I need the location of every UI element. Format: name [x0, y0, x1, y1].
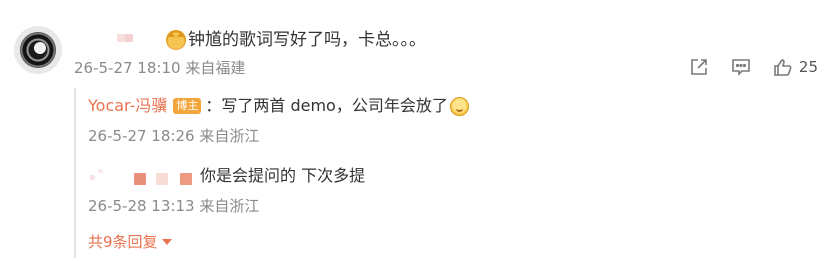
like-button[interactable]: 25	[773, 57, 818, 77]
reply-time: 26-5-27 18:26	[88, 127, 195, 145]
reply-text: 你是会提问的 下次多提	[200, 166, 366, 185]
like-count: 25	[798, 58, 818, 76]
comment-source: 来自福建	[185, 59, 246, 77]
cat-emoji-icon	[166, 30, 186, 50]
blogger-badge: 博主	[173, 98, 202, 114]
reply-author[interactable]: Yocar-冯骥	[88, 94, 167, 118]
share-icon	[689, 57, 709, 77]
more-replies-label: 共9条回复	[88, 233, 158, 251]
comment-text: 钟馗的歌词写好了吗，卡总。。。	[188, 30, 426, 50]
reply-source: 来自浙江	[199, 127, 260, 145]
reply-item: 你是会提问的 下次多提	[88, 164, 365, 188]
comment-meta: 26-5-27 18:10 来自福建	[74, 58, 245, 78]
comment-time: 26-5-27 18:10	[74, 59, 181, 77]
reply-source: 来自浙江	[199, 197, 260, 215]
smile-emoji-icon	[449, 96, 469, 116]
comment-author-censored[interactable]	[117, 34, 133, 44]
reply-meta: 26-5-28 13:13 来自浙江	[88, 196, 259, 216]
comment-actions: 25	[667, 57, 818, 77]
more-replies-link[interactable]: 共9条回复	[88, 231, 172, 253]
share-button[interactable]	[689, 57, 709, 77]
censor-pixel	[117, 34, 125, 42]
comment-text-row: 钟馗的歌词写好了吗，卡总。。。	[166, 28, 426, 52]
censor-pixel	[180, 173, 192, 185]
reply-author-censored[interactable]	[88, 167, 196, 185]
like-icon	[773, 57, 793, 77]
censor-pixel	[90, 175, 95, 180]
comment-avatar[interactable]	[14, 26, 62, 74]
reply-time: 26-5-28 13:13	[88, 197, 195, 215]
comment-button[interactable]	[731, 57, 751, 77]
censor-pixel	[98, 169, 103, 173]
reply-text: ：写了两首 demo，公司年会放了	[205, 96, 448, 115]
comment-icon	[731, 57, 751, 77]
reply-meta: 26-5-27 18:26 来自浙江	[88, 126, 259, 146]
censor-pixel	[134, 173, 146, 185]
reply-thread: Yocar-冯骥 博主 ：写了两首 demo，公司年会放了 26-5-27 18…	[74, 88, 818, 258]
caret-down-icon	[161, 239, 172, 245]
censor-pixel	[125, 34, 133, 42]
reply-item: Yocar-冯骥 博主 ：写了两首 demo，公司年会放了	[88, 94, 469, 118]
censor-pixel	[156, 173, 168, 185]
